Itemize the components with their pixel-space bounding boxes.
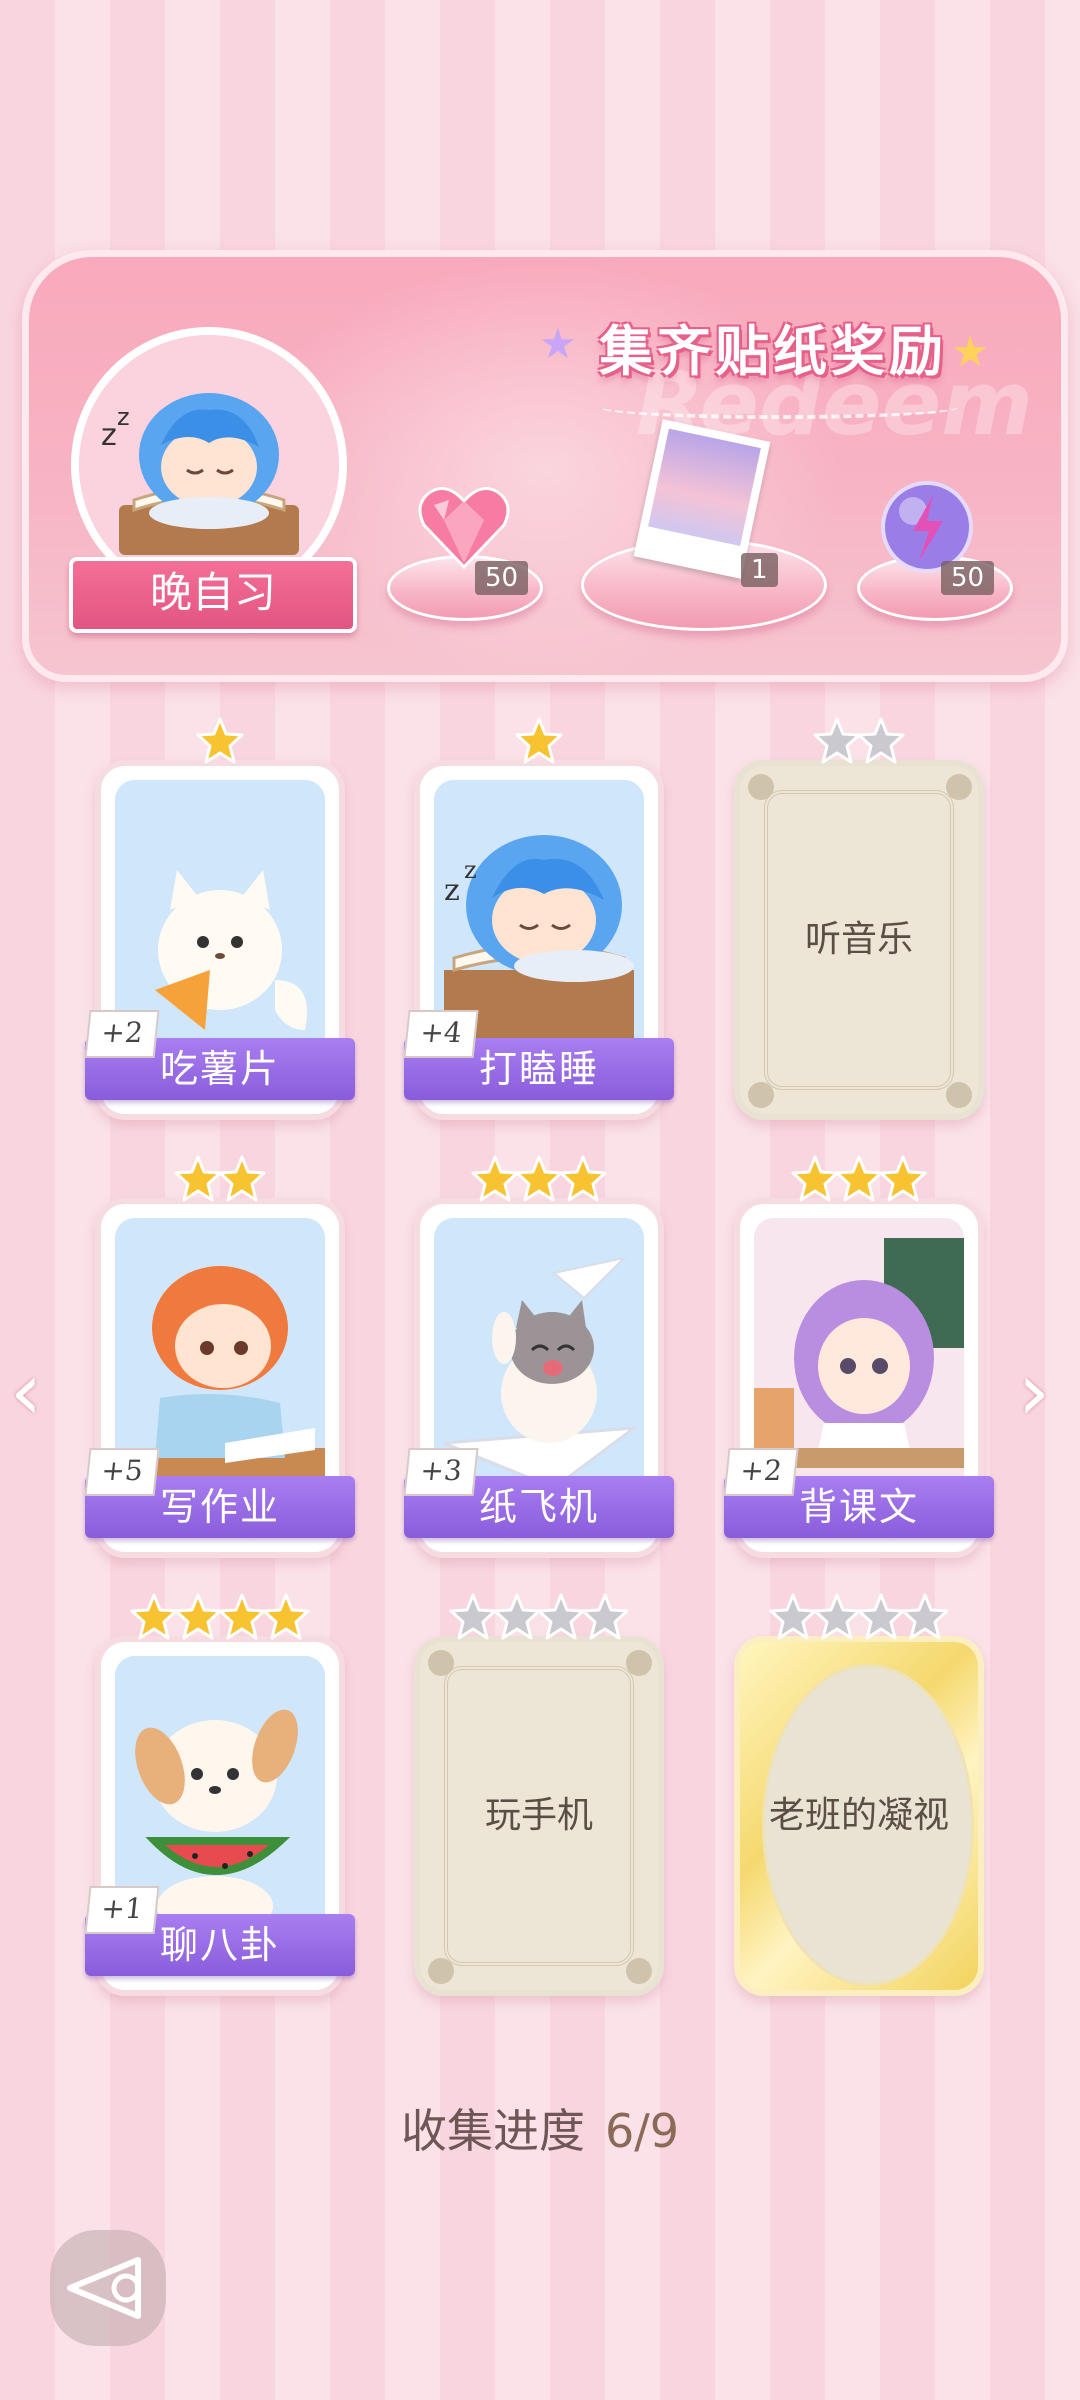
card-star-rating — [414, 1592, 664, 1648]
silver-star-icon — [857, 1593, 905, 1640]
silver-star-icon — [449, 1593, 497, 1640]
sticker-card[interactable]: 聊八卦 +1 — [84, 1593, 355, 1996]
card-star-rating — [95, 716, 345, 772]
sticker-card[interactable]: 听音乐 — [734, 717, 984, 1120]
corner-ornament-icon — [626, 1650, 652, 1676]
star-decoration-icon: ★ — [951, 327, 989, 376]
card-bonus-badge: +2 — [84, 1010, 160, 1058]
heart-gem-icon[interactable] — [414, 475, 514, 575]
corner-ornament-icon — [428, 1650, 454, 1676]
sticker-card[interactable]: z z 打瞌睡 +4 — [403, 717, 674, 1120]
back-button[interactable] — [50, 2230, 166, 2346]
card-bonus-badge: +3 — [403, 1448, 479, 1496]
silver-star-icon — [581, 1593, 629, 1640]
corner-ornament-icon — [748, 1082, 774, 1108]
next-page-arrow-icon[interactable]: › — [1018, 1352, 1068, 1432]
card-bonus-badge: +5 — [84, 1448, 160, 1496]
corner-ornament-icon — [946, 1082, 972, 1108]
gold-star-icon — [218, 1593, 266, 1640]
gold-star-icon — [515, 717, 563, 764]
corner-ornament-icon — [946, 774, 972, 800]
svg-text:z: z — [117, 403, 130, 431]
title-dashed-line — [599, 395, 959, 419]
gold-star-icon — [559, 1155, 607, 1202]
card-star-rating — [734, 1154, 984, 1210]
gold-star-icon — [218, 1155, 266, 1202]
card-bonus-badge: +2 — [723, 1448, 799, 1496]
progress-value: 6/9 — [604, 2104, 680, 2158]
locked-card-label: 玩手机 — [484, 1795, 593, 1836]
gold-star-icon — [130, 1593, 178, 1640]
gold-star-icon — [791, 1155, 839, 1202]
gold-star-icon — [174, 1593, 222, 1640]
sticker-card[interactable]: 写作业 +5 — [84, 1155, 355, 1558]
collection-progress: 收集进度 6/9 — [0, 2095, 1080, 2161]
banner-title-group: ★ 集齐贴纸奖励 ★ — [539, 297, 989, 419]
gold-star-icon — [262, 1593, 310, 1640]
locked-card-label: 老班的凝视 — [768, 1795, 949, 1836]
reward-banner: Redeem ★ 集齐贴纸奖励 ★ z z 晚自习 50 1 50 — [22, 217, 1068, 717]
silver-star-icon — [537, 1593, 585, 1640]
progress-label: 收集进度 — [400, 2104, 585, 2158]
gold-star-icon — [174, 1155, 222, 1202]
reward-count: 1 — [741, 553, 778, 587]
reward-count: 50 — [475, 561, 529, 595]
gold-star-icon — [196, 717, 244, 764]
silver-star-icon — [769, 1593, 817, 1640]
corner-ornament-icon — [428, 1958, 454, 1984]
gold-star-icon — [879, 1155, 927, 1202]
sticker-card[interactable]: 玩手机 — [414, 1593, 664, 1996]
banner-title: 集齐贴纸奖励 — [599, 320, 947, 383]
gold-star-icon — [515, 1155, 563, 1202]
sleeping-boy-icon: z z — [79, 335, 339, 595]
sticker-card[interactable]: 纸飞机 +3 — [403, 1155, 674, 1558]
card-star-rating — [734, 1592, 984, 1648]
locked-card-label: 听音乐 — [804, 919, 913, 960]
sticker-card[interactable]: 背课文 +2 — [723, 1155, 994, 1558]
corner-ornament-icon — [626, 1958, 652, 1984]
card-star-rating — [414, 1154, 664, 1210]
card-bonus-badge: +4 — [403, 1010, 479, 1058]
silver-star-icon — [901, 1593, 949, 1640]
card-star-rating — [95, 1154, 345, 1210]
silver-star-icon — [813, 1593, 861, 1640]
star-decoration-icon: ★ — [539, 319, 577, 368]
silver-star-icon — [813, 717, 861, 764]
card-bonus-badge: +1 — [84, 1886, 160, 1934]
character-name-ribbon: 晚自习 — [69, 557, 357, 633]
back-arrow-icon — [67, 2257, 141, 2319]
silver-star-icon — [857, 717, 905, 764]
card-star-rating — [414, 716, 664, 772]
corner-ornament-icon — [748, 774, 774, 800]
silver-star-icon — [493, 1593, 541, 1640]
reward-count: 50 — [941, 561, 995, 595]
gold-star-icon — [471, 1155, 519, 1202]
svg-text:z: z — [444, 873, 460, 908]
sticker-card[interactable]: 老班的凝视 — [734, 1593, 984, 1996]
sticker-card[interactable]: 吃薯片 +2 — [84, 717, 355, 1120]
card-star-rating — [734, 716, 984, 772]
svg-text:z: z — [101, 418, 117, 453]
card-star-rating — [95, 1592, 345, 1648]
prev-page-arrow-icon[interactable]: ‹ — [10, 1352, 60, 1432]
gold-star-icon — [835, 1155, 883, 1202]
svg-text:z: z — [464, 856, 477, 884]
